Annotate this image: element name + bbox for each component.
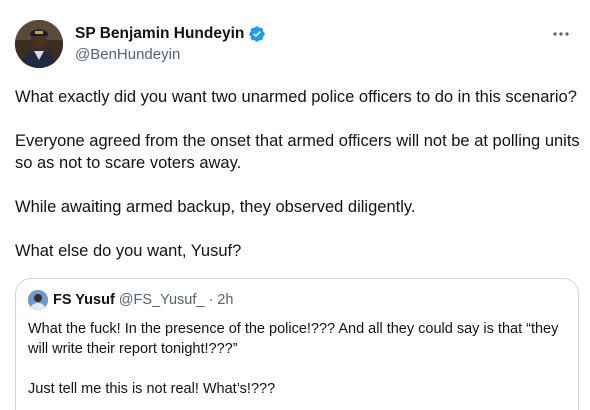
- tweet-text: What exactly did you want two unarmed po…: [15, 86, 580, 284]
- quoted-author-avatar[interactable]: [28, 290, 48, 310]
- tweet: SP Benjamin Hundeyin @BenHundeyin What e…: [0, 0, 590, 410]
- quoted-paragraph: What the fuck! In the presence of the po…: [28, 321, 559, 357]
- quoted-avatar-image: [28, 290, 48, 310]
- quoted-author-name[interactable]: FS Yusuf: [53, 292, 115, 308]
- avatar-image: [15, 20, 63, 68]
- more-options-icon[interactable]: [550, 24, 572, 44]
- tweet-paragraph: While awaiting armed backup, they observ…: [15, 198, 416, 216]
- verified-badge-icon[interactable]: [248, 25, 266, 43]
- author-avatar[interactable]: [15, 20, 63, 68]
- quoted-tweet-text: What the fuck! In the presence of the po…: [28, 319, 568, 410]
- quoted-author-handle[interactable]: @FS_Yusuf_: [119, 292, 205, 308]
- quoted-tweet-header: FS Yusuf @FS_Yusuf_ · 2h: [28, 290, 233, 310]
- author-info: SP Benjamin Hundeyin @BenHundeyin: [75, 24, 266, 63]
- tweet-paragraph: Everyone agreed from the onset that arme…: [15, 132, 580, 172]
- quoted-tweet-time[interactable]: 2h: [217, 292, 233, 308]
- tweet-paragraph: What exactly did you want two unarmed po…: [15, 88, 577, 106]
- quoted-paragraph: Just tell me this is not real! What’s!??…: [28, 381, 276, 397]
- separator-dot: ·: [208, 292, 214, 308]
- author-handle[interactable]: @BenHundeyin: [75, 46, 266, 63]
- author-display-name[interactable]: SP Benjamin Hundeyin: [75, 25, 244, 43]
- name-row: SP Benjamin Hundeyin: [75, 24, 266, 44]
- tweet-paragraph: What else do you want, Yusuf?: [15, 242, 242, 260]
- quoted-tweet[interactable]: FS Yusuf @FS_Yusuf_ · 2h What the fuck! …: [15, 278, 579, 410]
